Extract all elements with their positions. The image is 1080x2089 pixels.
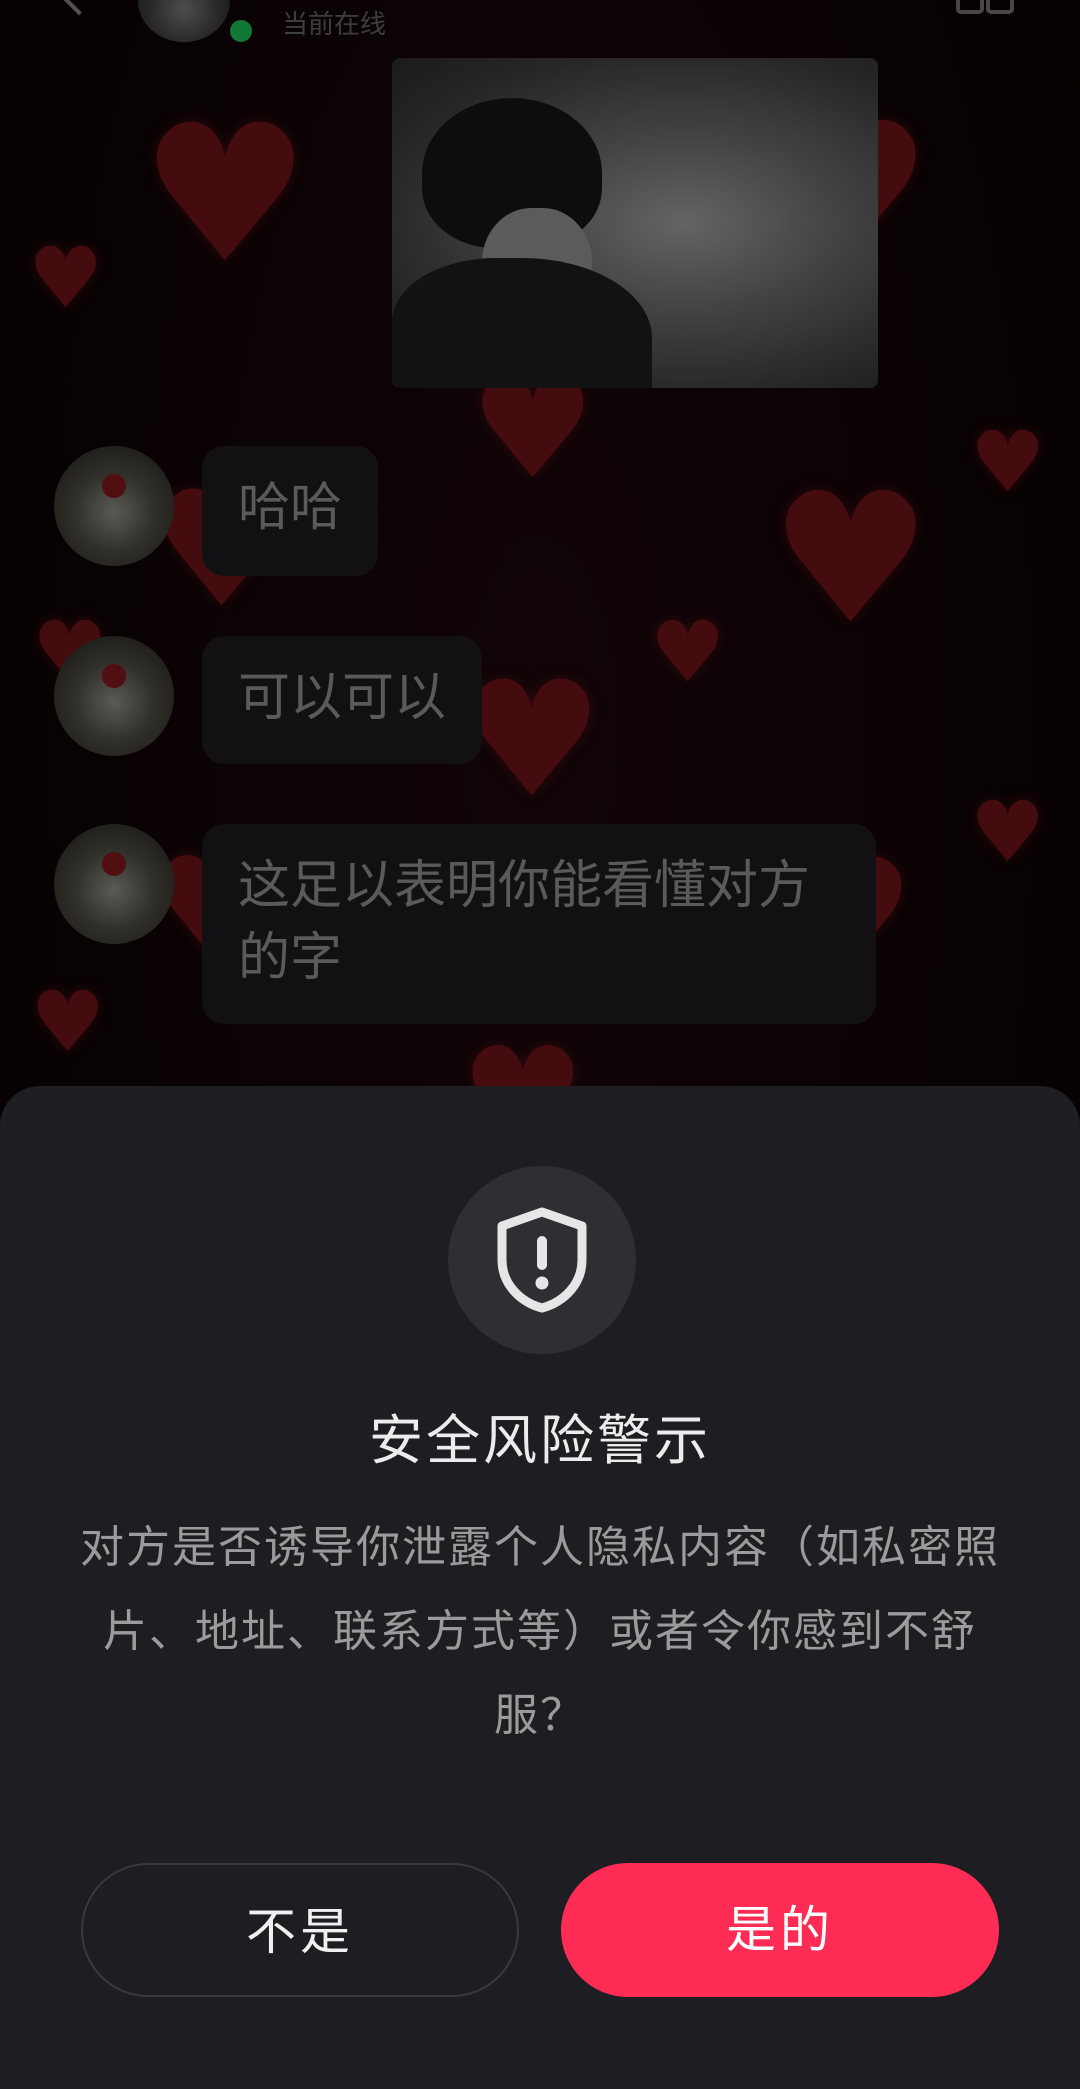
- dialog-message: 对方是否诱导你泄露个人隐私内容（如私密照片、地址、联系方式等）或者令你感到不舒服…: [80, 1522, 1000, 1741]
- yes-button[interactable]: 是的: [561, 1863, 999, 1997]
- dialog-title: 安全风险警示: [369, 1409, 711, 1472]
- shield-exclamation-icon: [497, 1207, 587, 1313]
- safety-warning-sheet: 安全风险警示 对方是否诱导你泄露个人隐私内容（如私密照片、地址、联系方式等）或者…: [0, 1086, 1080, 2089]
- no-button[interactable]: 不是: [81, 1863, 519, 1997]
- chat-screen: ♥ ♥ ♥ ♥ ♥ ♥ ♥ ♥ ♥ ♥ ♥ ♥ ♥ ♥ ♥ 当前在线 哈哈 可以…: [0, 0, 1080, 2089]
- shield-icon-container: [448, 1166, 636, 1354]
